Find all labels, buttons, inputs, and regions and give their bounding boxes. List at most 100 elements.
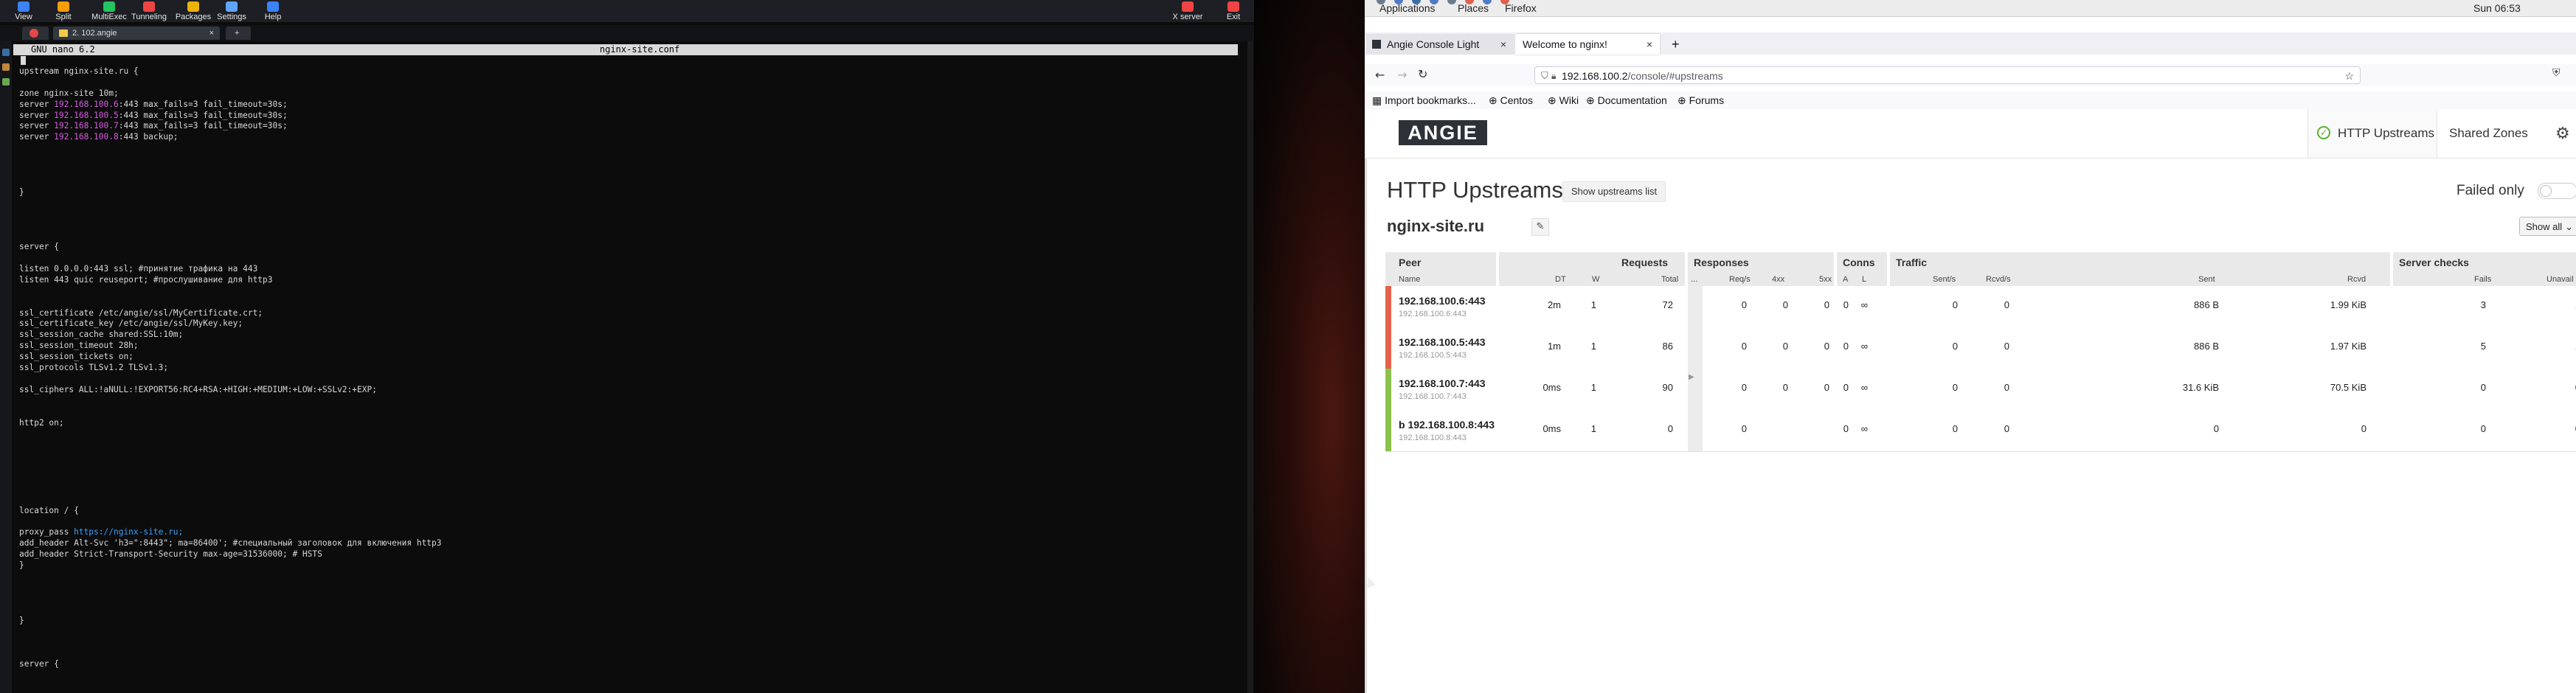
- cell-dt: 2m: [1547, 299, 1561, 310]
- upstream-peers-table: Peer Requests Responses Conns Traffic Se…: [1385, 252, 2576, 462]
- tools-icon[interactable]: [2, 63, 10, 71]
- toolbar-label: Settings: [217, 13, 246, 21]
- applications-menu[interactable]: Applications: [1379, 2, 1436, 14]
- responses-collapse-strip[interactable]: [1688, 286, 1703, 327]
- navigation-bar: ← → ↻ ⛉ 🔒︎ 192.168.100.2/console/#upstre…: [1365, 64, 2576, 86]
- col-l[interactable]: L: [1862, 273, 1866, 286]
- cell-l: ∞: [1860, 299, 1868, 310]
- cell-rcvd: 0: [2361, 423, 2366, 434]
- col-total[interactable]: Total: [1661, 273, 1678, 286]
- col-dt[interactable]: DT: [1555, 273, 1566, 286]
- col-fails[interactable]: Fails: [2474, 273, 2491, 286]
- cell-rcvd: 70.5 KiB: [2330, 382, 2366, 393]
- page-scrollbar[interactable]: [1365, 109, 1367, 693]
- code-line: listen 0.0.0.0:443 ssl; #принятие трафик…: [19, 264, 258, 274]
- url-bar[interactable]: ⛉ 🔒︎ 192.168.100.2/console/#upstreams ☆: [1534, 66, 2361, 84]
- col-unavail[interactable]: Unavail: [2546, 273, 2574, 286]
- tab-angie-console[interactable]: Angie Console Light ×: [1366, 34, 1514, 55]
- nav-shared-zones[interactable]: Shared Zones: [2449, 109, 2528, 158]
- col-dots[interactable]: ...: [1691, 273, 1697, 286]
- reload-icon[interactable]: ↻: [1418, 67, 1427, 81]
- table-row[interactable]: 192.168.100.5:443 192.168.100.5:443 1m 1 86 0…: [1385, 327, 2576, 369]
- col-4xx[interactable]: 4xx: [1772, 273, 1784, 286]
- table-row[interactable]: 192.168.100.6:443 192.168.100.6:443 2m 1 72 0…: [1385, 286, 2576, 328]
- col-rcvds[interactable]: Rcvd/s: [1986, 273, 2011, 286]
- tab-welcome-nginx[interactable]: Welcome to nginx! ×: [1515, 34, 1660, 55]
- toolbar-button[interactable]: Tunneling: [125, 0, 173, 22]
- toolbar-label: X server: [1172, 13, 1203, 21]
- group-peer: Peer: [1399, 257, 1422, 268]
- col-name[interactable]: Name: [1399, 273, 1420, 286]
- peer-name: 192.168.100.7:443: [1399, 377, 1486, 389]
- toolbar-button[interactable]: Help: [249, 0, 297, 22]
- group-responses: Responses: [1694, 257, 1749, 268]
- table-row[interactable]: b 192.168.100.8:443 192.168.100.8:443 0ms 1…: [1385, 410, 2576, 452]
- places-menu[interactable]: Places: [1458, 2, 1489, 14]
- col-sents[interactable]: Sent/s: [1933, 273, 1956, 286]
- code-line: ssl_session_tickets on;: [19, 352, 134, 362]
- toolbar-button[interactable]: Exit: [1210, 0, 1254, 22]
- terminal-scrollbar[interactable]: [1247, 41, 1253, 693]
- close-tab-icon[interactable]: ×: [1500, 34, 1506, 55]
- responses-collapse-strip[interactable]: [1688, 327, 1703, 369]
- bookmark-forums[interactable]: ⊕ Forums: [1677, 94, 1724, 107]
- cell-dt: 0ms: [1543, 423, 1561, 434]
- pocket-icon[interactable]: ⛨: [2552, 67, 2561, 79]
- col-reqs[interactable]: Req/s: [1729, 273, 1751, 286]
- gear-icon[interactable]: ⚙: [2555, 109, 2570, 158]
- col-w[interactable]: W: [1592, 273, 1599, 286]
- col-rcvd[interactable]: Rcvd: [2347, 273, 2366, 286]
- session-tab-label: 2. 102.angie: [72, 29, 117, 38]
- session-tab[interactable]: 2. 102.angie ×: [53, 27, 220, 40]
- import-bookmarks-item[interactable]: ▦ Import bookmarks...: [1372, 94, 1476, 107]
- new-tab-button[interactable]: +: [226, 27, 251, 40]
- forward-icon[interactable]: →: [1397, 68, 1407, 82]
- nano-editor[interactable]: GNU nano 6.2 nginx-site.conf upstream ng…: [13, 44, 1241, 693]
- expand-responses-icon[interactable]: ▶: [1689, 373, 1694, 381]
- responses-collapse-strip[interactable]: [1688, 410, 1703, 451]
- group-traffic: Traffic: [1896, 257, 1928, 268]
- code-line: ssl_protocols TLSv1.2 TLSv1.3;: [19, 363, 169, 373]
- bookmark-documentation[interactable]: ⊕ Documentation: [1586, 94, 1667, 107]
- cell-fails: 5: [2480, 341, 2486, 352]
- show-upstreams-list-button[interactable]: Show upstreams list: [1562, 181, 1666, 202]
- new-tab-button[interactable]: +: [1666, 34, 1688, 55]
- failed-only-toggle[interactable]: [2538, 183, 2576, 199]
- peer-status-indicator: [1385, 286, 1391, 327]
- close-icon[interactable]: ×: [210, 27, 214, 40]
- show-all-select[interactable]: Show all ⌄: [2519, 217, 2576, 236]
- nano-code-area[interactable]: upstream nginx-site.ru {zone nginx-site …: [19, 66, 1236, 693]
- peer-name: 192.168.100.6:443: [1399, 295, 1486, 307]
- bookmark-star-icon[interactable]: ☆: [2344, 67, 2354, 85]
- table-row[interactable]: 192.168.100.7:443 192.168.100.7:443 0ms 1 90…: [1385, 369, 2576, 411]
- bookmark-wiki[interactable]: ⊕ Wiki: [1548, 94, 1579, 107]
- sessions-icon[interactable]: [2, 49, 10, 56]
- bookmark-centos[interactable]: ⊕ Centos: [1489, 94, 1533, 107]
- app-icon[interactable]: [1447, 0, 1456, 4]
- cell-l: ∞: [1860, 382, 1868, 393]
- edit-pencil-icon[interactable]: ✎: [1531, 218, 1549, 236]
- cell-reqs: 0: [1741, 382, 1747, 393]
- close-tab-icon[interactable]: ×: [1647, 34, 1652, 55]
- col-5xx[interactable]: 5xx: [1819, 273, 1832, 286]
- back-icon[interactable]: ←: [1375, 68, 1385, 82]
- col-a[interactable]: A: [1843, 273, 1848, 286]
- firefox-menu[interactable]: Firefox: [1505, 2, 1537, 14]
- macros-icon[interactable]: [2, 78, 10, 86]
- home-tab[interactable]: [22, 27, 49, 40]
- toolbar-button[interactable]: X server: [1164, 0, 1211, 22]
- toolbar-button[interactable]: Settings: [208, 0, 255, 22]
- globe-icon: ⊕: [1489, 94, 1500, 106]
- nav-http-upstreams[interactable]: ✓ HTTP Upstreams: [2307, 109, 2437, 158]
- text-cursor: [21, 56, 26, 65]
- cell-r5xx: 0: [1824, 341, 1829, 352]
- cell-a: 0: [1843, 341, 1849, 352]
- col-sent[interactable]: Sent: [2198, 273, 2215, 286]
- code-line: }: [19, 187, 24, 197]
- toolbar-button[interactable]: Split: [40, 0, 87, 22]
- toolbar-icon: [187, 1, 199, 12]
- bookmarks-toolbar: ▦ Import bookmarks... ⊕ Centos ⊕ Wiki ⊕ …: [1365, 91, 2576, 110]
